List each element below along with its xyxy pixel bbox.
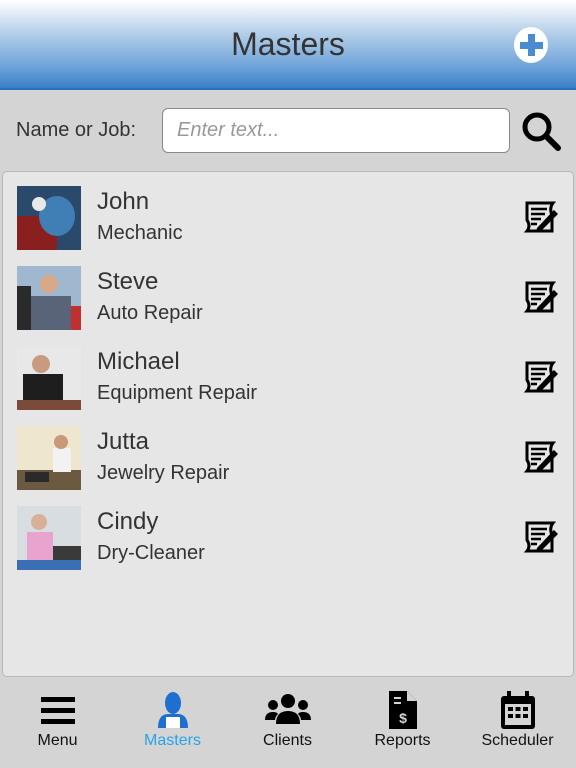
report-icon: $ [388,691,417,729]
tab-label: Reports [374,732,431,749]
tab-reports[interactable]: $ Reports [345,678,460,768]
edit-icon[interactable] [521,518,559,556]
master-photo [17,346,81,410]
master-job: Jewelry Repair [97,462,230,484]
master-name: Michael [97,348,180,375]
search-label: Name or Job: [16,119,137,141]
header-bar: Masters [0,0,576,90]
master-name: Steve [97,268,159,295]
master-row[interactable]: Michael Equipment Repair [3,332,573,412]
master-name: Cindy [97,508,159,535]
edit-icon[interactable] [521,278,559,316]
tab-label: Menu [37,732,78,749]
calendar-icon [500,691,535,729]
page-title: Masters [231,26,345,62]
master-photo [17,266,81,330]
master-row[interactable]: John Mechanic [3,172,573,252]
masters-list: John Mechanic Steve Auto Repair Michael … [2,171,574,677]
tab-clients[interactable]: Clients [230,678,345,768]
master-name: Jutta [97,428,150,455]
master-name: John [97,188,150,215]
master-row[interactable]: Jutta Jewelry Repair [3,412,573,492]
master-photo [17,426,81,490]
search-input[interactable] [162,108,510,153]
users-icon [264,694,311,724]
edit-icon[interactable] [521,358,559,396]
tab-label: Masters [144,732,201,749]
master-job: Dry-Cleaner [97,542,205,564]
master-photo [17,506,81,570]
master-row[interactable]: Steve Auto Repair [3,252,573,332]
master-photo [17,186,81,250]
master-row[interactable]: Cindy Dry-Cleaner [3,492,573,572]
tab-scheduler[interactable]: Scheduler [460,678,575,768]
add-master-button[interactable] [514,27,548,63]
master-job: Mechanic [97,222,183,244]
tab-label: Clients [263,732,312,749]
edit-icon[interactable] [521,198,559,236]
master-job: Equipment Repair [97,382,258,404]
tab-label: Scheduler [481,732,554,749]
search-icon[interactable] [520,110,562,152]
user-icon [157,692,188,728]
tab-menu[interactable]: Menu [0,678,115,768]
master-job: Auto Repair [97,302,203,324]
bottom-tab-bar: Menu Masters Clients $ Reports Scheduler [0,678,576,768]
tab-masters[interactable]: Masters [115,678,230,768]
svg-text:$: $ [399,710,407,726]
search-bar: Name or Job: [0,92,576,170]
menu-icon [40,697,75,724]
edit-icon[interactable] [521,438,559,476]
